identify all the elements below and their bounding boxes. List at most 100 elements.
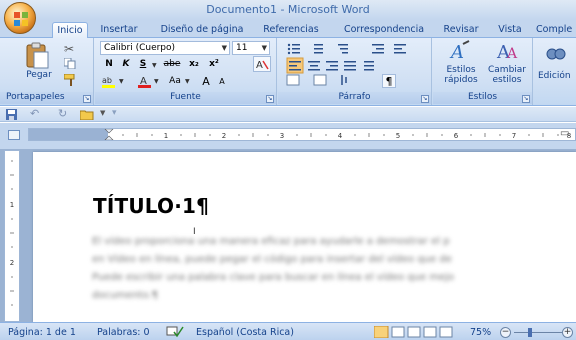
zoom-out-icon[interactable]: − (500, 327, 511, 338)
strikethrough-button[interactable]: abe (161, 57, 183, 72)
status-page[interactable]: Página: 1 de 1 (8, 327, 76, 338)
tab-selector[interactable] (8, 130, 20, 140)
status-bar: Página: 1 de 1 Palabras: 0 Español (Cost… (0, 322, 576, 340)
paste-button[interactable] (22, 41, 52, 71)
tab-correspondencia[interactable]: Correspondencia (338, 22, 430, 38)
tab-insertar[interactable]: Insertar (96, 22, 142, 38)
undo-icon[interactable]: ↶ (30, 107, 39, 120)
zoom-slider[interactable] (514, 332, 564, 333)
shrink-font-button[interactable]: A (215, 74, 229, 89)
tab-diseno-pagina[interactable]: Diseño de página (152, 22, 252, 38)
styles-group-label: Estilos (433, 92, 532, 104)
status-language[interactable]: Español (Costa Rica) (196, 327, 294, 338)
chevron-down-icon[interactable]: ▼ (185, 78, 190, 85)
font-dialog-launcher[interactable]: ↘ (266, 95, 274, 103)
chevron-down-icon[interactable]: ▼ (154, 78, 159, 85)
show-marks-button[interactable]: ¶ (382, 74, 396, 88)
body-line-1[interactable]: El vídeo proporciona una manera eficaz p… (92, 236, 450, 247)
svg-text:1: 1 (10, 201, 14, 209)
svg-text:ab: ab (102, 76, 112, 85)
paragraph-dialog-launcher[interactable]: ↘ (421, 95, 429, 103)
svg-text:A: A (506, 46, 518, 62)
vertical-ruler[interactable]: 12 (4, 150, 20, 322)
quick-styles-label-2: rápidos (444, 75, 478, 85)
editing-button[interactable]: Edición (538, 42, 574, 88)
svg-text:2: 2 (10, 259, 14, 267)
zoom-in-icon[interactable]: + (562, 327, 573, 338)
quick-styles-button[interactable]: A Estilos rápidos (439, 40, 483, 90)
underline-button[interactable]: S (136, 57, 150, 72)
bold-button[interactable]: N (102, 57, 116, 72)
clear-format-button[interactable]: A (253, 56, 271, 72)
zoom-slider-handle[interactable] (528, 328, 532, 337)
clipboard-group: Pegar ✂ Portapapeles ↘ (0, 38, 94, 105)
svg-text:6: 6 (454, 132, 459, 140)
cut-icon[interactable]: ✂ (64, 42, 74, 56)
highlight-color-button[interactable]: ab (101, 74, 117, 88)
open-folder-icon[interactable] (80, 109, 94, 120)
tab-complementos[interactable]: Comple (536, 22, 576, 38)
svg-text:1: 1 (164, 132, 168, 140)
view-buttons-icon[interactable] (374, 326, 466, 338)
tab-revisar[interactable]: Revisar (440, 22, 482, 38)
chevron-down-icon: ▼ (261, 44, 267, 52)
proofing-icon[interactable] (166, 326, 184, 338)
horizontal-ruler[interactable]: 1234 5678 (28, 128, 576, 141)
copy-icon[interactable] (63, 57, 76, 70)
superscript-button[interactable]: x² (206, 57, 222, 72)
paste-label[interactable]: Pegar (22, 70, 56, 80)
save-icon[interactable] (6, 109, 17, 120)
clipboard-dialog-launcher[interactable]: ↘ (83, 95, 91, 103)
italic-button[interactable]: K (119, 57, 133, 72)
view-ruler-icon[interactable]: ▭ (560, 128, 569, 139)
chevron-down-icon: ▼ (221, 44, 227, 52)
editing-label: Edición (538, 71, 571, 81)
status-zoom[interactable]: 75% (470, 327, 491, 338)
document-heading[interactable]: TÍTULO·1¶ (93, 194, 209, 218)
office-logo-icon (14, 12, 28, 26)
status-words[interactable]: Palabras: 0 (97, 327, 150, 338)
svg-text:7: 7 (512, 132, 516, 140)
font-group: Calibri (Cuerpo) ▼ 11 ▼ N K S ▼ abe x₂ x… (95, 38, 277, 105)
indent-marker-icon[interactable] (104, 129, 114, 140)
svg-text:A: A (256, 60, 263, 71)
format-painter-icon[interactable] (63, 73, 77, 86)
body-line-4[interactable]: documento.¶ (92, 290, 158, 301)
font-name-combo[interactable]: Calibri (Cuerpo) ▼ (100, 41, 230, 55)
ribbon-tabs: Inicio Insertar Diseño de página Referen… (0, 20, 576, 38)
grow-font-button[interactable]: A (199, 74, 213, 89)
change-styles-button[interactable]: AA Cambiar estilos (485, 40, 529, 90)
chevron-down-icon[interactable]: ▼ (119, 78, 124, 85)
tab-vista[interactable]: Vista (494, 22, 526, 38)
font-group-label: Fuente (95, 92, 276, 104)
font-size-value: 11 (236, 43, 248, 53)
window-title: Documento1 - Microsoft Word (206, 3, 370, 16)
body-line-3[interactable]: Puede escribir una palabra clave para bu… (92, 272, 454, 283)
font-size-combo[interactable]: 11 ▼ (232, 41, 270, 55)
svg-text:A: A (449, 42, 464, 62)
customize-qat-icon[interactable]: ▾ (112, 108, 117, 118)
redo-icon[interactable]: ↻ (58, 107, 67, 120)
change-styles-icon: AA (496, 42, 518, 63)
vertical-ruler-ticks: 12 (10, 160, 14, 306)
paste-icon (26, 42, 49, 69)
font-color-icon: A (138, 76, 151, 88)
office-button[interactable] (4, 2, 36, 34)
chevron-down-icon[interactable]: ▼ (100, 109, 105, 117)
change-case-button[interactable]: Aa (165, 74, 185, 89)
paragraph-group-label: Párrafo (278, 92, 431, 104)
paragraph-buttons-icon (286, 43, 406, 86)
chevron-down-icon[interactable]: ▼ (152, 62, 157, 69)
font-color-button[interactable]: A (137, 74, 153, 88)
tab-referencias[interactable]: Referencias (258, 22, 324, 38)
styles-dialog-launcher[interactable]: ↘ (522, 95, 530, 103)
svg-text:4: 4 (338, 132, 343, 140)
body-line-2[interactable]: en Vídeo en línea, puede pegar el código… (92, 254, 452, 265)
quick-access-toolbar: ↶ ↻ ▼ ▾ (0, 107, 576, 122)
change-styles-label-1: Cambiar (488, 65, 526, 75)
quick-styles-label-1: Estilos (446, 65, 476, 75)
subscript-button[interactable]: x₂ (186, 57, 202, 72)
binoculars-icon (546, 48, 566, 60)
tab-inicio[interactable]: Inicio (52, 22, 88, 38)
clipboard-group-label: Portapapeles (0, 92, 93, 104)
